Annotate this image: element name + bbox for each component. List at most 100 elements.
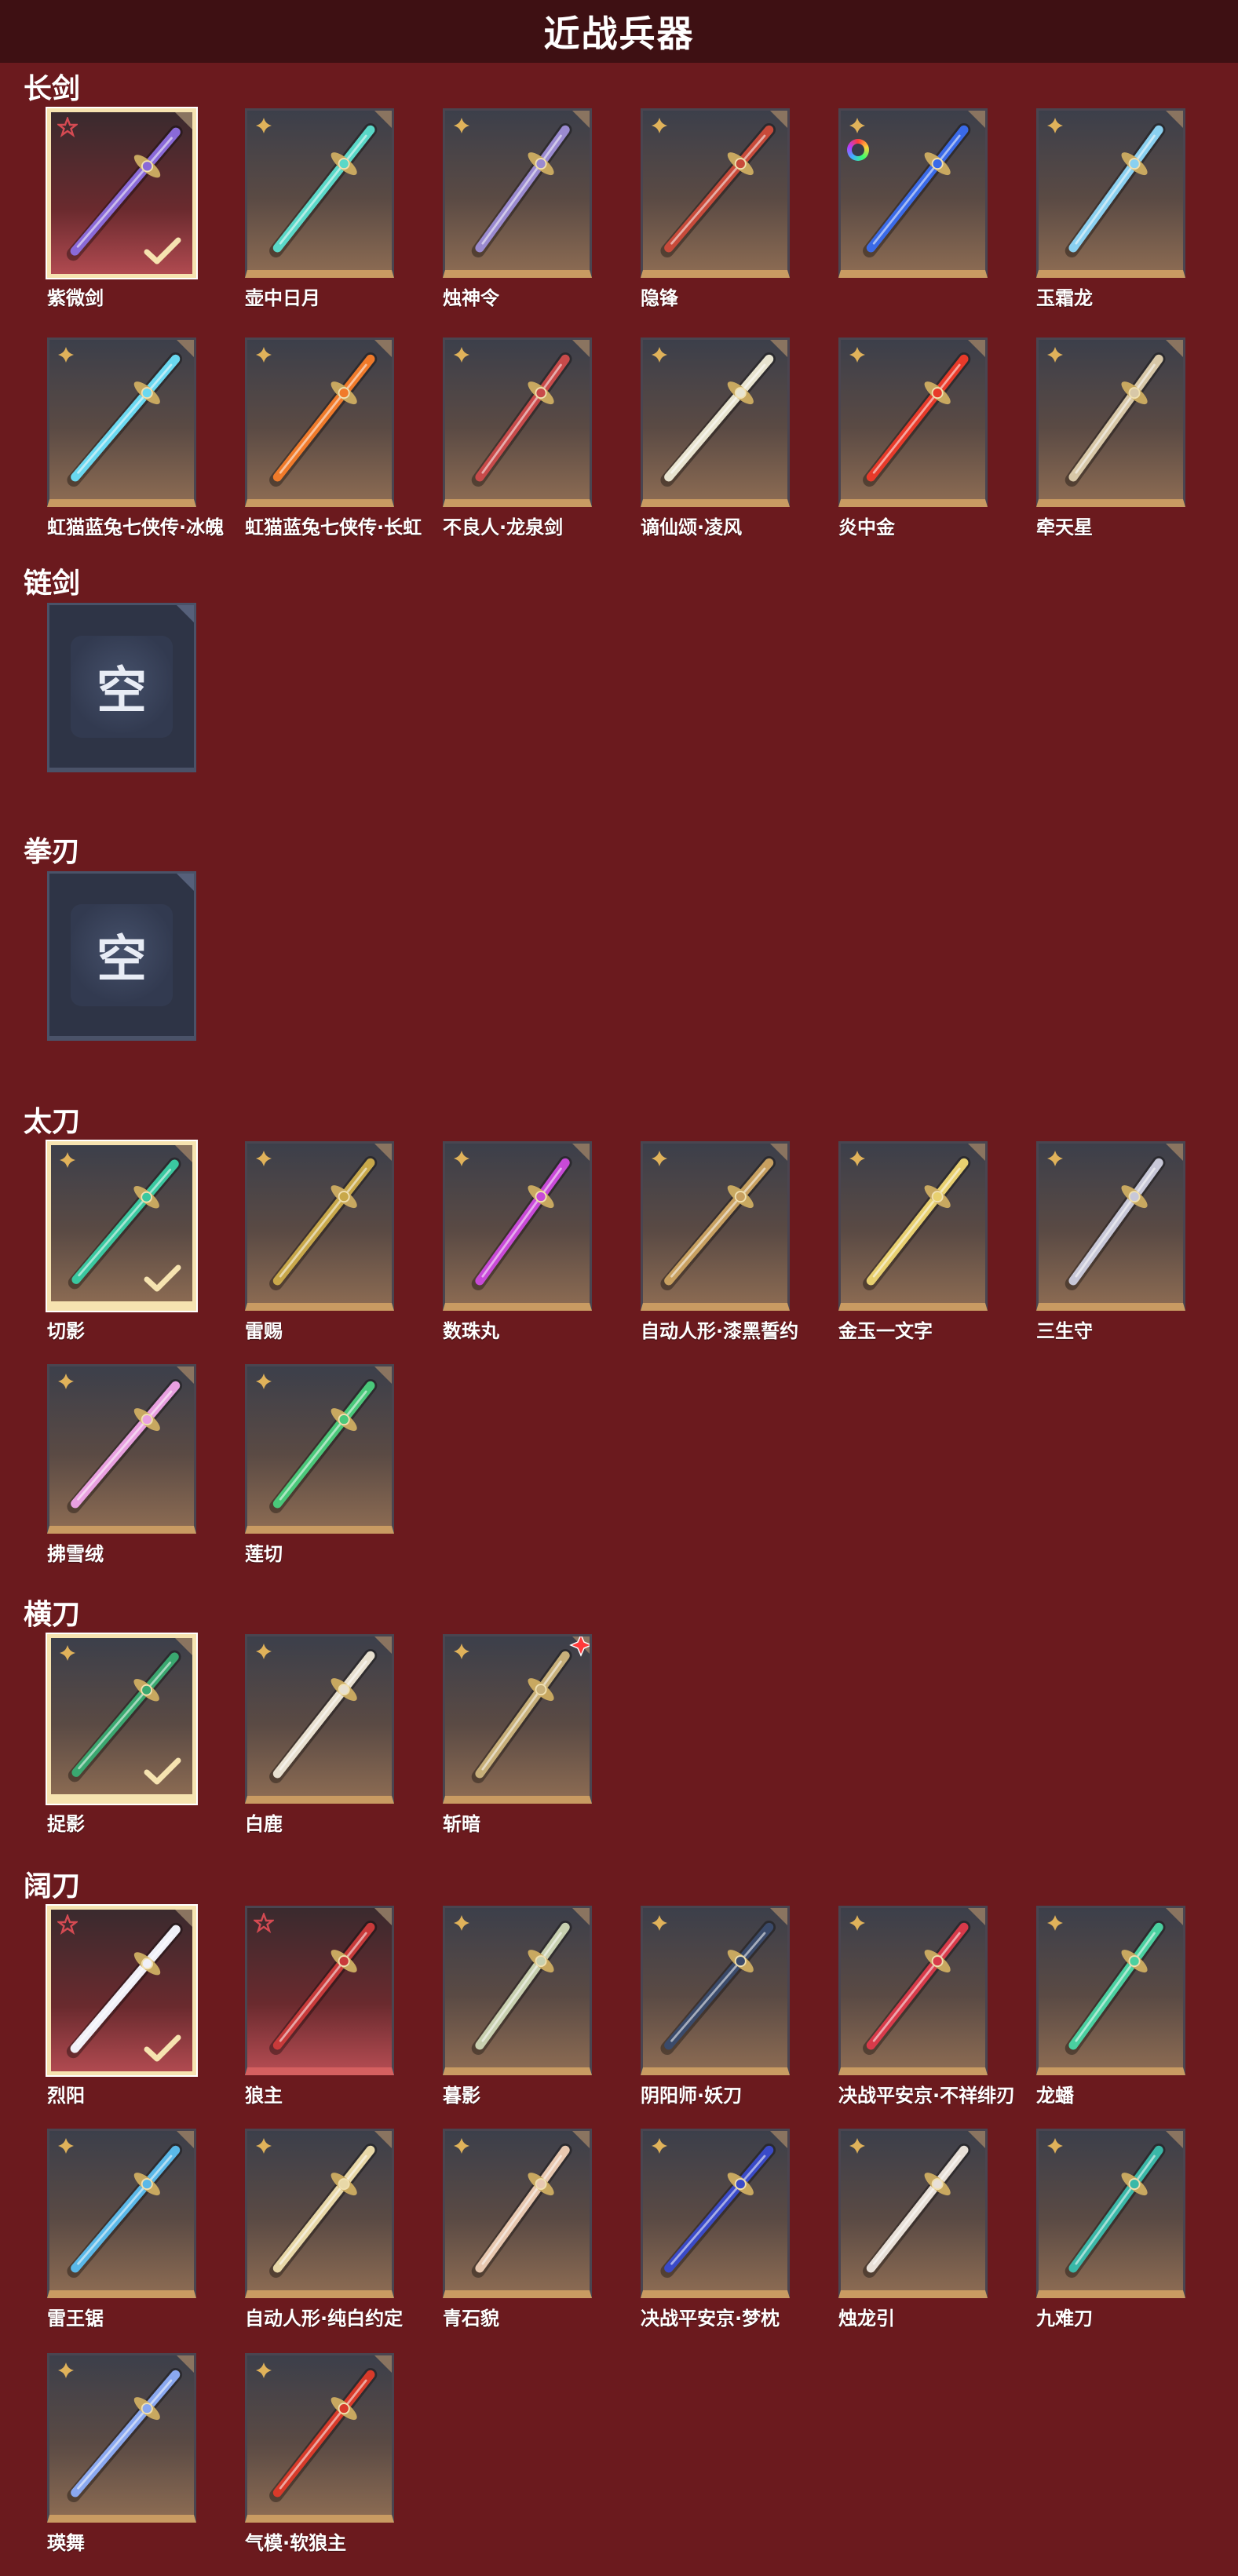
weapon-card[interactable]: 玉霜龙 [1036,108,1190,310]
weapon-card[interactable]: 拂雪绒 [47,1364,201,1566]
empty-slot-label: 空 [71,635,173,738]
weapon-card[interactable]: 暮影 [443,1906,597,2107]
weapon-card-frame [838,2129,988,2298]
weapon-name: 青石貌 [443,2308,499,2330]
weapon-card[interactable]: 数珠丸 [443,1141,597,1343]
weapon-card-frame [245,338,394,507]
weapon-card[interactable]: 不良人·龙泉剑 [443,338,597,539]
gold-rarity-icon [58,347,74,363]
weapon-card[interactable]: 自动人形·纯白约定 [245,2129,403,2330]
gold-rarity-icon [652,347,667,363]
red-rarity-icon [57,117,78,137]
corner-tab [177,874,194,891]
weapon-card[interactable]: 决战平安京·不祥绯刃 [838,1906,1015,2107]
weapon-card-frame [838,1141,988,1311]
weapon-card-frame [641,2129,790,2298]
weapon-card[interactable]: 壶中日月 [245,108,399,310]
gold-rarity-icon [849,2138,865,2154]
weapon-card[interactable]: 气模·软狼主 [245,2353,399,2555]
weapon-card-frame [47,1141,196,1311]
weapon-card[interactable]: 隐锋 [641,108,794,310]
section-title: 链剑 [24,567,81,600]
weapon-card[interactable]: 牵天星 [1036,338,1190,539]
gold-rarity-icon [58,2363,74,2378]
page-header: 近战兵器 [0,0,1238,63]
weapon-name: 牵天星 [1036,516,1093,538]
weapon-card-frame [47,2129,196,2298]
weapon-card[interactable]: 斩暗 [443,1634,597,1836]
weapon-card[interactable]: 虹猫蓝兔七侠传·冰魄 [47,338,224,539]
weapon-card[interactable]: 九难刀 [1036,2129,1190,2330]
weapon-card[interactable]: 炎中金 [838,338,992,539]
gold-rarity-icon [256,118,272,133]
weapon-card[interactable]: 烛神令 [443,108,597,310]
weapon-card[interactable]: 金玉一文字 [838,1141,992,1343]
weapon-card-frame [838,108,988,278]
gold-rarity-icon [60,1645,75,1661]
weapon-card-frame [245,1364,394,1534]
weapon-card[interactable]: 狼主 [245,1906,399,2107]
gold-rarity-icon [454,1151,469,1166]
weapon-name: 虹猫蓝兔七侠传·冰魄 [47,516,225,538]
weapon-card-frame: 空 [47,871,196,1041]
gold-rarity-icon [256,1644,272,1659]
weapon-card[interactable]: 阴阳师·妖刀 [641,1906,794,2107]
section-title: 长剑 [24,73,81,105]
weapon-card-frame [47,108,196,278]
weapon-name: 莲切 [245,1543,283,1565]
weapon-card-frame [1036,1906,1185,2075]
gold-rarity-icon [652,1915,667,1931]
weapon-card[interactable]: 决战平安京·梦枕 [641,2129,794,2330]
weapon-name: 隐锋 [641,287,678,309]
weapon-card[interactable] [838,108,992,283]
weapon-card-frame [47,1634,196,1804]
red-rarity-icon [57,1914,78,1935]
weapon-name: 金玉一文字 [838,1320,933,1342]
weapon-card[interactable]: 切影 [47,1141,201,1343]
weapon-card[interactable]: 莲切 [245,1364,399,1566]
weapon-card-frame [641,108,790,278]
weapon-name: 虹猫蓝兔七侠传·长虹 [245,516,422,538]
empty-weapon-slot[interactable]: 空 [47,603,201,772]
weapon-card[interactable]: 雷赐 [245,1141,399,1343]
weapon-card[interactable]: 白鹿 [245,1634,399,1836]
weapon-card-frame [1036,1141,1185,1311]
weapon-card-frame [1036,2129,1185,2298]
equipped-check-icon [144,237,181,265]
weapon-name: 捉影 [47,1813,85,1835]
weapon-card[interactable]: 捉影 [47,1634,201,1836]
weapon-name: 谪仙颂·凌风 [641,516,743,538]
gold-rarity-icon [58,1374,74,1389]
weapon-name: 炎中金 [838,516,895,538]
weapon-card-frame [443,1634,592,1804]
gold-rarity-icon [849,347,865,363]
weapon-name: 暮影 [443,2085,480,2107]
red-rarity-icon [254,1913,274,1933]
empty-weapon-slot[interactable]: 空 [47,871,201,1041]
rainbow-ring-icon [847,139,869,161]
weapon-card[interactable]: 谪仙颂·凌风 [641,338,794,539]
gold-rarity-icon [60,1152,75,1168]
weapon-name: 三生守 [1036,1320,1093,1342]
weapon-card[interactable]: 虹猫蓝兔七侠传·长虹 [245,338,422,539]
gold-rarity-icon [652,1151,667,1166]
weapon-card-frame [245,1141,394,1311]
weapon-card[interactable]: 青石貌 [443,2129,597,2330]
equipped-check-icon [144,2034,181,2062]
weapon-card[interactable]: 瑛舞 [47,2353,201,2555]
weapon-card[interactable]: 雷王锯 [47,2129,201,2330]
weapon-card[interactable]: 三生守 [1036,1141,1190,1343]
weapon-card[interactable]: 烛龙引 [838,2129,992,2330]
weapon-card-frame [641,338,790,507]
weapon-card-frame [443,338,592,507]
weapon-card-frame [245,2129,394,2298]
weapon-card[interactable]: 自动人形·漆黑誓约 [641,1141,798,1343]
weapon-card[interactable]: 龙蟠 [1036,1906,1190,2107]
gold-rarity-icon [256,1374,272,1389]
weapon-name: 阴阳师·妖刀 [641,2085,743,2107]
weapon-card-frame [641,1141,790,1311]
empty-slot-label: 空 [71,903,173,1006]
weapon-card[interactable]: 烈阳 [47,1906,201,2107]
weapon-card[interactable]: 紫微剑 [47,108,201,310]
weapon-card-frame [245,1906,394,2075]
